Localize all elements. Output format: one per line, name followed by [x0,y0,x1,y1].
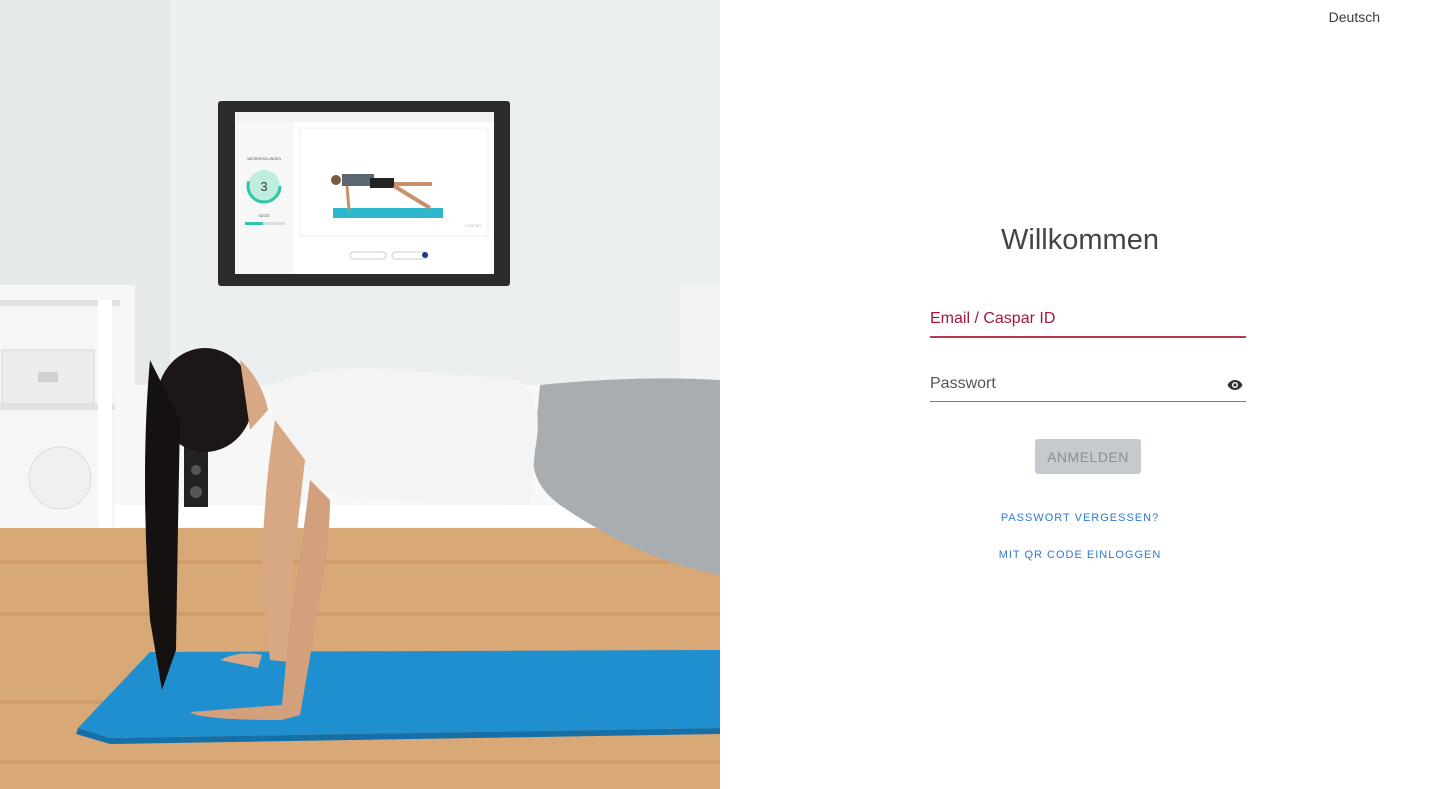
forgot-password-link[interactable]: PASSWORT VERGESSEN? [720,512,1440,524]
hero-image: WIEDERHOLUNGEN 3 SÄTZE CASPAR [0,0,720,789]
hero-illustration: WIEDERHOLUNGEN 3 SÄTZE CASPAR [0,0,720,789]
email-underline [930,336,1246,338]
login-panel: Deutsch Willkommen Email / Caspar ID Pas… [720,0,1440,789]
email-field[interactable]: Email / Caspar ID [930,310,1246,340]
tv-reps-value: 3 [260,179,267,194]
login-button[interactable]: ANMELDEN [1035,439,1141,474]
tv-reps-label: WIEDERHOLUNGEN [247,157,281,161]
password-underline [930,401,1246,402]
tv-brand: CASPAR [465,223,481,228]
password-field[interactable]: Passwort [930,375,1246,405]
eye-icon[interactable] [1227,378,1243,390]
email-label: Email / Caspar ID [930,310,1056,327]
tv-sets-label: SÄTZE [258,214,270,218]
language-selector[interactable]: Deutsch [1329,9,1380,25]
page-title: Willkommen [1001,224,1159,256]
password-label: Passwort [930,375,996,392]
qr-login-link[interactable]: MIT QR CODE EINLOGGEN [720,549,1440,561]
